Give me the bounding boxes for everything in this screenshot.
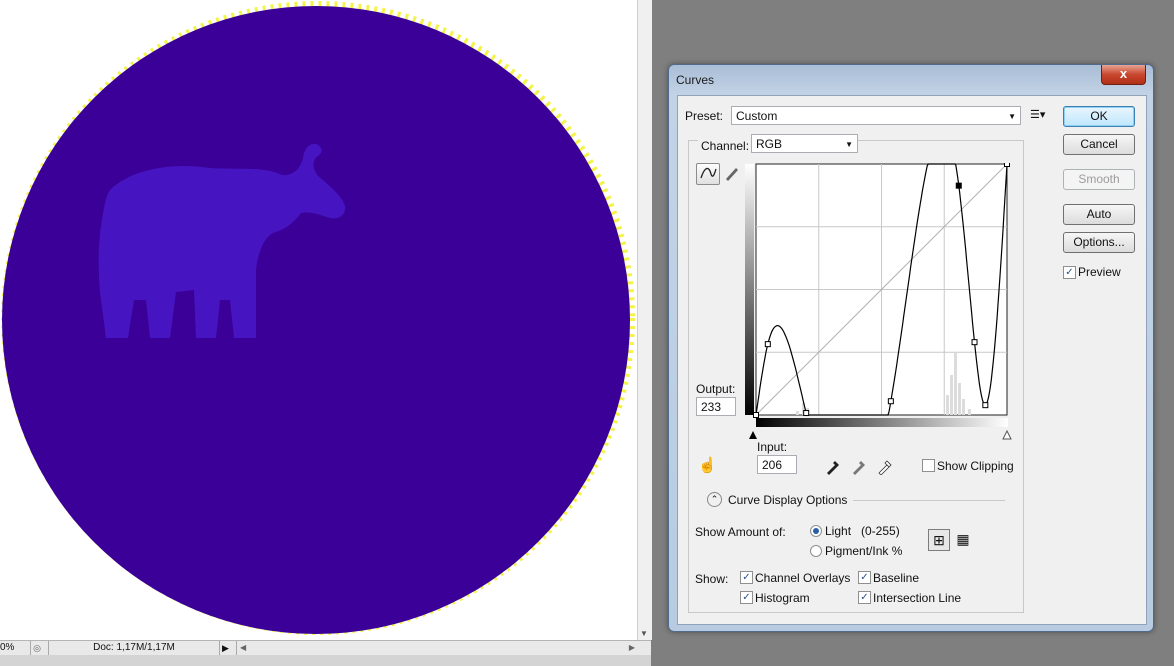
light-label: Light (825, 524, 852, 538)
intersection-line-checkbox[interactable]: ✓ (858, 591, 871, 604)
curve-point[interactable] (764, 341, 771, 348)
dialog-body: Preset: Custom ▼ ☰▾ OK Cancel Smooth Aut… (677, 95, 1147, 625)
channel-label: Channel: (698, 139, 753, 153)
scroll-left-icon[interactable]: ◀ (240, 641, 246, 655)
gray-eyedropper-icon[interactable] (850, 457, 868, 475)
baseline-label: Baseline (873, 571, 920, 585)
doc-size-info: Doc: 1,17M/1,17M (48, 641, 220, 655)
curve-point-selected[interactable] (955, 182, 962, 189)
input-label: Input: (757, 440, 788, 454)
show-label: Show: (695, 572, 729, 586)
curve-edit-tool[interactable] (696, 163, 720, 185)
document-canvas[interactable] (0, 0, 637, 640)
output-label: Output: (696, 382, 736, 396)
preset-value: Custom (736, 109, 778, 123)
grid-4-icon[interactable]: ⊞ (928, 529, 950, 551)
curve-point[interactable] (1004, 163, 1010, 167)
scroll-down-icon[interactable]: ▼ (640, 629, 648, 638)
show-amount-label: Show Amount of: (695, 525, 786, 539)
cancel-button[interactable]: Cancel (1063, 134, 1135, 155)
options-button[interactable]: Options... (1063, 232, 1135, 253)
bottom-strip (0, 655, 651, 666)
collapse-options-icon[interactable]: ⌃ (707, 492, 722, 507)
scroll-right-icon[interactable]: ▶ (629, 641, 635, 655)
preview-checkbox[interactable]: ✓ (1063, 266, 1076, 279)
baseline-checkbox[interactable]: ✓ (858, 571, 871, 584)
white-eyedropper-icon[interactable] (876, 457, 894, 475)
status-bar: 0% ◎ Doc: 1,17M/1,17M ▶ ◀ ▶ (0, 640, 651, 655)
purple-circle (2, 6, 630, 634)
pigment-label: Pigment/Ink % (825, 544, 903, 558)
pencil-icon (726, 168, 738, 181)
close-button[interactable]: x (1101, 65, 1146, 85)
close-icon: x (1119, 66, 1128, 81)
channel-value: RGB (756, 137, 783, 151)
show-clipping-label: Show Clipping (937, 459, 1014, 473)
auto-button[interactable]: Auto (1063, 204, 1135, 225)
ok-button[interactable]: OK (1063, 106, 1135, 127)
light-radio[interactable] (810, 525, 822, 537)
chevron-down-icon: ▼ (1008, 112, 1016, 121)
preset-label: Preset: (685, 109, 724, 123)
channel-overlays-checkbox[interactable]: ✓ (740, 571, 753, 584)
channel-overlays-label: Channel Overlays (755, 571, 851, 585)
zoom-level[interactable]: 0% (0, 641, 31, 655)
curve-point[interactable] (971, 339, 978, 346)
status-menu-icon[interactable]: ◎ (30, 642, 44, 654)
light-range-label: (0-255) (861, 524, 900, 538)
preview-label: Preview (1078, 265, 1121, 279)
input-field[interactable]: 206 (757, 455, 797, 474)
curve-point[interactable] (982, 402, 989, 409)
targeted-adjustment-tool-icon[interactable]: ☝ (698, 456, 717, 474)
display-options-title: Curve Display Options (728, 493, 848, 507)
pigment-radio[interactable] (810, 545, 822, 557)
curve-icon (700, 167, 717, 179)
status-play-icon[interactable]: ▶ (222, 641, 229, 655)
intersection-line-label: Intersection Line (873, 591, 962, 605)
canvas-image (1, 1, 635, 635)
output-gradient-bar (745, 164, 754, 415)
histogram-label: Histogram (755, 591, 810, 605)
input-gradient-bar (756, 418, 1008, 427)
curves-graph[interactable] (744, 163, 1014, 448)
curves-dialog: Curves x Preset: Custom ▼ ☰▾ OK Cancel S… (668, 64, 1154, 632)
curve-point[interactable] (753, 412, 759, 418)
preset-options-icon[interactable]: ☰▾ (1030, 108, 1045, 121)
dialog-title: Curves (676, 73, 715, 87)
black-point-slider[interactable] (749, 431, 757, 439)
pencil-tool[interactable] (720, 163, 742, 183)
horizontal-scrollbar[interactable]: ◀ ▶ (236, 641, 638, 655)
chevron-down-icon: ▼ (845, 140, 853, 149)
show-clipping-checkbox[interactable] (922, 459, 935, 472)
white-point-slider[interactable] (1002, 429, 1012, 440)
channel-select[interactable]: RGB ▼ (751, 134, 858, 153)
vertical-scrollbar[interactable]: ▼ (637, 0, 652, 640)
options-divider (853, 500, 1005, 501)
curve-point[interactable] (887, 398, 894, 405)
output-field[interactable]: 233 (696, 397, 736, 416)
preset-select[interactable]: Custom ▼ (731, 106, 1021, 125)
histogram-checkbox[interactable]: ✓ (740, 591, 753, 604)
grid-10-icon[interactable]: ▦ (953, 529, 973, 549)
smooth-button[interactable]: Smooth (1063, 169, 1135, 190)
curve-point[interactable] (803, 410, 810, 417)
black-eyedropper-icon[interactable] (824, 457, 842, 475)
